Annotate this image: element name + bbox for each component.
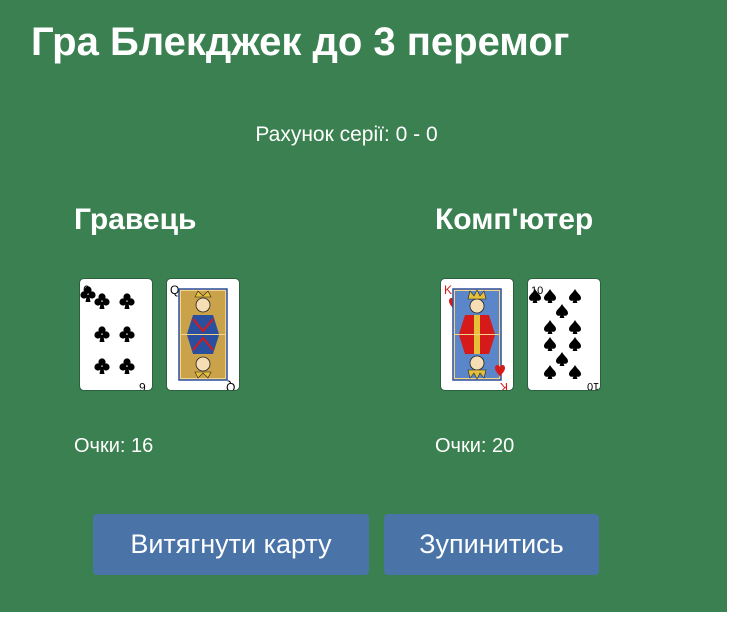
card-rank: K: [444, 283, 452, 297]
computer-card-1: K K: [441, 279, 513, 390]
spade-icon: [529, 289, 581, 379]
page-title: Гра Блекджек до 3 перемог: [31, 20, 570, 64]
card-rank: Q: [170, 283, 179, 297]
card-rank-bottom: K: [500, 380, 508, 390]
card-rank-bottom: 10: [587, 380, 599, 390]
computer-title: Комп'ютер: [435, 203, 594, 236]
player-card-2: Q Q: [167, 279, 239, 390]
player-title: Гравець: [74, 203, 197, 236]
computer-points: Очки: 20: [435, 435, 515, 457]
clubs-icon: [80, 286, 135, 374]
stand-button[interactable]: Зупинитись: [384, 514, 599, 575]
game-table: Гра Блекджек до 3 перемог Рахунок серії:…: [0, 0, 727, 612]
player-card-1: 6 6: [80, 279, 152, 390]
series-score: Рахунок серії: 0 - 0: [255, 123, 438, 146]
computer-card-2: 10 10: [528, 279, 600, 390]
player-points: Очки: 16: [74, 435, 154, 457]
draw-card-button[interactable]: Витягнути карту: [93, 514, 369, 575]
card-rank-bottom: 6: [139, 380, 146, 390]
card-rank-bottom: Q: [226, 380, 235, 390]
